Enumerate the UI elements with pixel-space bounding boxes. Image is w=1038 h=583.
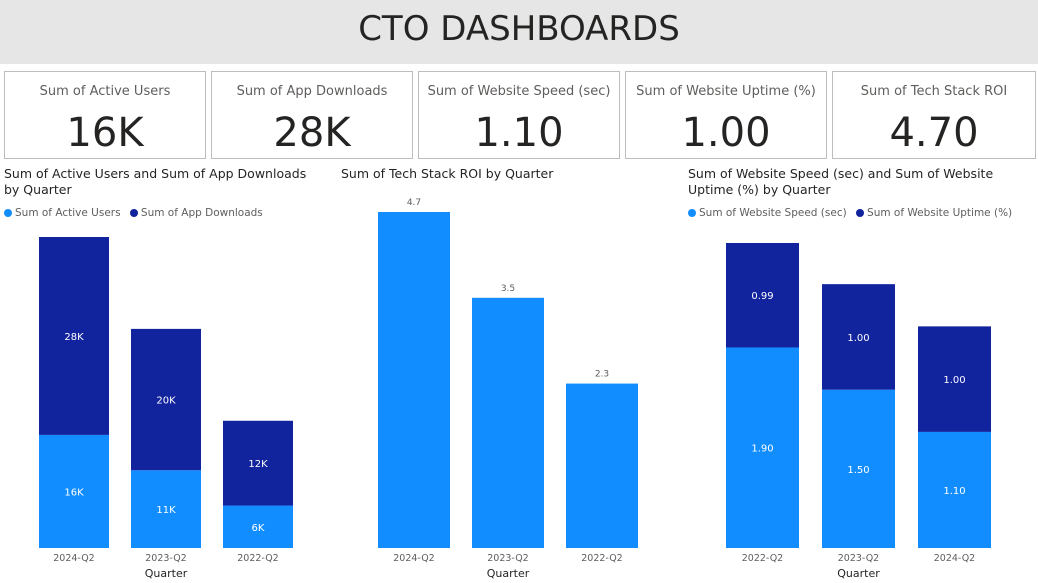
- data-label: 1.00: [847, 333, 869, 344]
- kpi-value: 1.00: [681, 110, 771, 156]
- data-label: 20K: [156, 396, 176, 407]
- legend-label: Sum of Website Speed (sec): [699, 207, 847, 219]
- data-label: 2.3: [595, 370, 609, 380]
- legend-item[interactable]: Sum of Active Users: [4, 207, 121, 219]
- kpi-card-tech-stack-roi[interactable]: Sum of Tech Stack ROI 4.70: [832, 71, 1036, 159]
- data-label: 1.00: [943, 375, 965, 386]
- dashboard-title: CTO DASHBOARDS: [358, 9, 680, 49]
- data-label: 11K: [156, 505, 176, 516]
- chart-users-downloads: 16K 28K 2024-Q2 11K 20K 2023-Q2 6K 12K 2022-Q2 Qu…: [39, 237, 293, 580]
- kpi-value: 4.70: [889, 110, 979, 156]
- x-axis-label: Quarter: [145, 567, 188, 580]
- legend-label: Sum of App Downloads: [140, 207, 263, 219]
- legend-users-downloads: Sum of Active Users Sum of App Downloads: [4, 207, 269, 219]
- legend-dot-icon: [129, 209, 138, 217]
- x-tick-label: 2022-Q2: [742, 553, 783, 564]
- bar-series1[interactable]: [378, 212, 450, 548]
- legend-dot-icon: [688, 209, 696, 217]
- x-tick-label: 2023-Q2: [145, 553, 186, 564]
- bar-series1[interactable]: [566, 383, 638, 548]
- data-label: 28K: [64, 332, 84, 343]
- x-tick-label: 2022-Q2: [581, 553, 622, 564]
- x-axis-label: Quarter: [837, 567, 880, 580]
- data-label: 1.10: [943, 486, 965, 497]
- legend-item[interactable]: Sum of App Downloads: [129, 207, 263, 219]
- kpi-label: Sum of Active Users: [39, 84, 171, 99]
- chart-tech-stack-roi: 4.7 2024-Q2 3.5 2023-Q2 2.3 2022-Q2 Quarter: [378, 198, 638, 580]
- chart-title-speed-uptime: Sum of Website Speed (sec) and Sum of We…: [688, 166, 994, 197]
- data-label: 1.50: [847, 465, 869, 476]
- data-label: 4.7: [407, 198, 421, 208]
- kpi-card-active-users[interactable]: Sum of Active Users 16K: [4, 71, 206, 159]
- data-label: 16K: [64, 487, 84, 498]
- kpi-card-website-uptime[interactable]: Sum of Website Uptime (%) 1.00: [625, 71, 827, 159]
- x-tick-label: 2024-Q2: [934, 553, 975, 564]
- legend-label: Sum of Active Users: [15, 207, 121, 219]
- kpi-value: 1.10: [474, 110, 564, 156]
- chart-speed-uptime: 1.90 0.99 2022-Q2 1.50 1.00 2023-Q2 1.10 1.00 20…: [726, 243, 991, 580]
- x-tick-label: 2024-Q2: [53, 553, 94, 564]
- kpi-card-website-speed[interactable]: Sum of Website Speed (sec) 1.10: [418, 71, 620, 159]
- data-label: 6K: [252, 523, 265, 534]
- chart-title-users-downloads: Sum of Active Users and Sum of App Downl…: [4, 166, 307, 197]
- legend-item[interactable]: Sum of Website Speed (sec): [688, 207, 847, 219]
- kpi-value: 16K: [66, 110, 144, 156]
- legend-speed-uptime: Sum of Website Speed (sec) Sum of Websit…: [688, 207, 1018, 219]
- kpi-value: 28K: [273, 110, 351, 156]
- data-label: 12K: [248, 459, 268, 470]
- data-label: 3.5: [501, 284, 515, 294]
- x-tick-label: 2023-Q2: [487, 553, 528, 564]
- dashboard-header: CTO DASHBOARDS: [0, 0, 1038, 64]
- legend-item[interactable]: Sum of Website Uptime (%): [856, 207, 1012, 219]
- bar-series1[interactable]: [472, 297, 544, 548]
- x-tick-label: 2024-Q2: [393, 553, 434, 564]
- kpi-label: Sum of Website Speed (sec): [427, 84, 611, 99]
- legend-label: Sum of Website Uptime (%): [867, 207, 1013, 219]
- legend-dot-icon: [4, 209, 12, 217]
- kpi-label: Sum of Tech Stack ROI: [860, 84, 1008, 99]
- data-label: 1.90: [751, 444, 773, 455]
- x-tick-label: 2022-Q2: [237, 553, 278, 564]
- legend-dot-icon: [856, 209, 865, 217]
- kpi-label: Sum of Website Uptime (%): [636, 84, 816, 99]
- x-tick-label: 2023-Q2: [838, 553, 879, 564]
- kpi-card-app-downloads[interactable]: Sum of App Downloads 28K: [211, 71, 413, 159]
- kpi-label: Sum of App Downloads: [236, 84, 388, 99]
- chart-title-tech-stack-roi: Sum of Tech Stack ROI by Quarter: [341, 166, 554, 181]
- x-axis-label: Quarter: [487, 567, 530, 580]
- data-label: 0.99: [751, 291, 773, 302]
